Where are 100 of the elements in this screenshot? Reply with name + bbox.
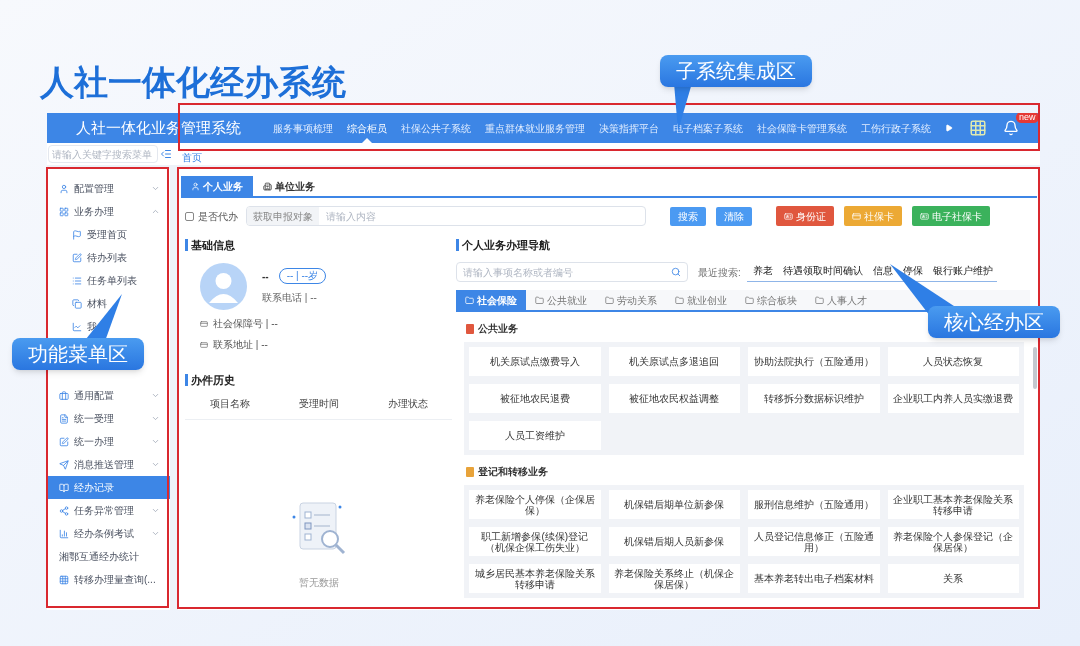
service-item[interactable]: 养老保险个人参保登记（企保居保） xyxy=(887,527,1019,556)
menu-item[interactable]: 经办条例考试 xyxy=(47,522,170,545)
service-item[interactable]: 机保错后期单位新参保 xyxy=(608,490,740,519)
menu-item[interactable]: 消息推送管理 xyxy=(47,453,170,476)
callout-label: 子系统集成区 xyxy=(660,55,812,87)
empty-state-text: 暂无数据 xyxy=(298,576,339,590)
column-header: 受理时间 xyxy=(297,397,340,411)
scrollbar-thumb[interactable] xyxy=(1033,347,1037,389)
service-item[interactable]: 企业职工内养人员实缴退费 xyxy=(887,384,1019,413)
info-field: 社会保障号 | -- xyxy=(213,316,278,331)
service-item[interactable]: 职工新增参保(续保)登记（机保企保工伤失业） xyxy=(469,527,601,556)
menu-icon xyxy=(59,390,69,401)
menu-item[interactable]: 统一办理 xyxy=(47,430,170,453)
callout-label: 核心经办区 xyxy=(928,306,1060,338)
folder-icon xyxy=(815,295,824,305)
menu-icon xyxy=(59,436,69,447)
service-item[interactable]: 养老保险个人停保（企保居保） xyxy=(469,490,601,519)
folder-icon xyxy=(465,295,474,305)
menu-item[interactable]: 转移办理量查询(... xyxy=(47,568,170,591)
card-icon xyxy=(784,211,793,221)
folder-icon xyxy=(535,295,544,305)
tab[interactable]: 单位业务 xyxy=(253,176,325,196)
menu-item[interactable]: 通用配置 xyxy=(47,384,170,407)
service-item[interactable]: 服刑信息维护（五险通用） xyxy=(748,490,880,519)
recent-search-link[interactable]: 停保 xyxy=(902,262,923,278)
service-item[interactable]: 人员状态恢复 xyxy=(887,347,1019,376)
apps-icon[interactable] xyxy=(969,119,987,137)
more-icon[interactable] xyxy=(945,124,953,132)
menu-icon xyxy=(72,298,82,309)
column-header: 办理状态 xyxy=(386,397,429,411)
service-item[interactable]: 转移拆分数据标识维护 xyxy=(748,384,880,413)
recent-search-link[interactable]: 待遇领取时间确认 xyxy=(782,262,863,278)
category-tab[interactable]: 人事人才 xyxy=(806,290,876,310)
menu-item[interactable]: 统一受理 xyxy=(47,407,170,430)
service-item[interactable]: 协助法院执行（五险通用） xyxy=(748,347,880,376)
menu-icon xyxy=(72,229,82,240)
person-name: -- xyxy=(262,269,269,284)
card-icon xyxy=(200,340,208,349)
slide-title: 人社一体化经办系统 xyxy=(40,62,346,102)
section-title: 办件历史 xyxy=(185,374,452,386)
submenu-item[interactable]: 受理首页 xyxy=(47,223,170,246)
service-item[interactable]: 企业职工基本养老保险关系转移申请 xyxy=(887,490,1019,519)
category-tab[interactable]: 综合板块 xyxy=(736,290,806,310)
service-item[interactable]: 基本养老转出电子档案材料 xyxy=(748,564,880,593)
menu-icon xyxy=(59,206,69,217)
menu-item[interactable]: 经办记录 xyxy=(47,476,170,499)
person-icon xyxy=(191,181,200,191)
card-icon xyxy=(852,211,861,221)
card-icon xyxy=(920,211,929,221)
callout-label: 功能菜单区 xyxy=(12,338,144,370)
recent-search-link[interactable]: 信息 xyxy=(872,262,893,278)
info-field: 联系地址 | -- xyxy=(213,337,268,352)
service-item[interactable]: 机关原试点缴费导入 xyxy=(469,347,601,376)
menu-item[interactable]: 湘鄂互通经办统计 xyxy=(47,545,170,568)
section-heading: 登记和转移业务 xyxy=(478,465,548,479)
service-item[interactable]: 机关原试点多退追回 xyxy=(608,347,740,376)
service-item[interactable]: 机保错后期人员新参保 xyxy=(608,527,740,556)
category-tab[interactable]: 社会保险 xyxy=(456,290,526,310)
menu-icon xyxy=(59,459,69,470)
collapse-menu-icon[interactable] xyxy=(160,148,172,160)
section-heading: 公共业务 xyxy=(478,322,518,336)
service-item[interactable]: 人员工资维护 xyxy=(469,421,601,450)
category-tab[interactable]: 劳动关系 xyxy=(596,290,666,310)
service-item[interactable]: 养老保险关系终止（机保企保居保） xyxy=(608,564,740,593)
service-item[interactable]: 关系 xyxy=(887,564,1019,593)
checkbox[interactable] xyxy=(185,211,194,221)
search-icon xyxy=(671,267,681,277)
menu-icon xyxy=(59,574,69,585)
recent-search-link[interactable]: 养老 xyxy=(752,262,773,278)
recent-search-label: 最近搜索: xyxy=(698,265,741,280)
tab[interactable]: 个人业务 xyxy=(181,176,253,196)
folder-icon xyxy=(675,295,684,305)
category-tab[interactable]: 就业创业 xyxy=(666,290,736,310)
menu-icon xyxy=(59,505,69,516)
folder-icon xyxy=(745,295,754,305)
section-title: 基础信息 xyxy=(185,239,452,251)
menu-icon xyxy=(59,528,69,539)
menu-item[interactable]: 业务办理 xyxy=(47,200,170,223)
recent-search-link[interactable]: 银行账户维护 xyxy=(932,262,993,278)
service-item[interactable]: 城乡居民基本养老保险关系转移申请 xyxy=(469,564,601,593)
menu-icon xyxy=(72,252,82,263)
category-tab[interactable]: 公共就业 xyxy=(526,290,596,310)
folder-icon xyxy=(605,295,614,305)
new-badge: new xyxy=(1016,113,1039,123)
field-prefix: 获取申报对象 xyxy=(247,207,319,225)
service-item[interactable]: 被征地农民退费 xyxy=(469,384,601,413)
menu-item[interactable]: 任务异常管理 xyxy=(47,499,170,522)
breadcrumb[interactable]: 首页 xyxy=(182,152,202,164)
submenu-item[interactable]: 待办列表 xyxy=(47,246,170,269)
menu-icon xyxy=(59,482,69,493)
card-reader-button[interactable]: 身份证 xyxy=(776,206,834,226)
field-placeholder: 请输入内容 xyxy=(325,209,376,224)
menu-icon xyxy=(59,183,69,194)
checkbox-label: 是否代办 xyxy=(198,209,238,224)
column-header: 项目名称 xyxy=(208,397,251,411)
submenu-item[interactable]: 任务单列表 xyxy=(47,269,170,292)
service-item[interactable]: 被征地农民权益调整 xyxy=(608,384,740,413)
service-item[interactable]: 人员登记信息修正（五险通用） xyxy=(748,527,880,556)
menu-item[interactable]: 配置管理 xyxy=(47,177,170,200)
bell-icon[interactable] xyxy=(1003,120,1019,136)
